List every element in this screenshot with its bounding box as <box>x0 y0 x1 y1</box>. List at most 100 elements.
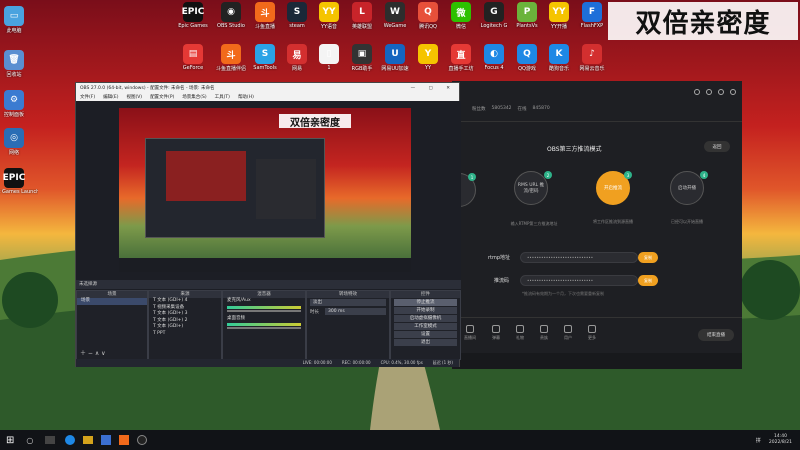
volume-slider[interactable] <box>227 327 301 329</box>
step-4-number: 4 <box>700 171 708 179</box>
copy-key-button[interactable]: 复制 <box>638 275 658 286</box>
bottom-toolbar: 直播间 弹幕 礼物 贵族 用户 更多 <box>464 325 596 341</box>
step-1-number: 1 <box>468 173 476 181</box>
window-controls[interactable]: — ▢ ✕ <box>411 86 459 91</box>
streaming-assistant-window[interactable]: 粉丝数 5805342 在线 845870 OBS第三方推流模式 返回 1 RMS U… <box>442 81 742 369</box>
desktop-icon[interactable]: ♪ 网易云音乐 <box>568 44 616 72</box>
step-2-number: 2 <box>544 171 552 179</box>
end-live-button[interactable]: 结束直播 <box>698 329 734 341</box>
obs-title: OBS 27.0.0 (64-bit, windows) - 配置文件: 未命名… <box>80 86 215 91</box>
menu-item[interactable]: 帮助(H) <box>238 94 254 100</box>
menu-item[interactable]: 配置文件(P) <box>150 94 174 100</box>
source-item[interactable]: T PPT <box>149 331 221 338</box>
toolbar-icon <box>466 325 474 333</box>
app-icon: ♪ <box>582 44 602 64</box>
menu-item[interactable]: 文件(F) <box>80 94 95 100</box>
app-icon: S <box>255 44 275 64</box>
desktop-icon[interactable]: ▭ 此电脑 <box>0 6 38 34</box>
scene-controls[interactable]: ＋ − ∧ ∨ <box>80 348 106 357</box>
app-icon: 🗑 <box>4 50 24 70</box>
app-icon: ▣ <box>352 44 372 64</box>
app-icon: S <box>287 2 307 22</box>
duration-input[interactable]: 300 ms <box>325 308 386 315</box>
clock[interactable]: 14:40 2022/8/21 <box>769 434 792 446</box>
settings-icon[interactable] <box>706 89 712 95</box>
transition-select[interactable]: 淡出 <box>310 299 386 306</box>
douyu-icon[interactable] <box>119 435 130 445</box>
toolbar-item[interactable]: 更多 <box>588 325 596 341</box>
stream-key-hint: *推流码有效期为一个月，下次也需要重新复制 <box>522 291 604 296</box>
rtmp-url-field[interactable]: •••••••••••••••••••••••••••• <box>520 252 638 263</box>
taskview-icon[interactable] <box>45 436 56 444</box>
rtmp-label: rtmp地址 <box>488 255 511 261</box>
minimize-icon[interactable] <box>718 89 724 95</box>
toolbar-item[interactable]: 用户 <box>564 325 572 341</box>
app-icon: Q <box>418 2 438 22</box>
start-icon[interactable]: ⊞ <box>6 435 14 446</box>
obs-preview[interactable]: 双倍亲密度 <box>119 108 411 272</box>
transitions-dock: 转场特效 淡出 时长 300 ms <box>306 290 390 360</box>
app-icon: YY <box>319 2 339 22</box>
stop-streaming-button[interactable]: 停止推流 <box>394 299 457 306</box>
app-icon: K <box>549 44 569 64</box>
nested-capture <box>145 138 325 238</box>
obs-window[interactable]: OBS 27.0.0 (64-bit, windows) - 配置文件: 未命名… <box>75 82 461 367</box>
app-icon: EPIC <box>182 2 204 22</box>
desktop-icon[interactable]: 🗑 回收站 <box>0 50 38 78</box>
desktop-icon[interactable]: ⚙ 控制面板 <box>0 90 38 118</box>
obs-title-bar: OBS 27.0.0 (64-bit, windows) - 配置文件: 未命名… <box>76 83 459 93</box>
explorer-icon[interactable] <box>83 436 94 444</box>
mixer-channel-label: 桌面音频 <box>227 315 245 321</box>
settings-button[interactable]: 设置 <box>394 331 457 338</box>
app-icon: L <box>352 2 372 22</box>
desktop-icon-label: 网络 <box>8 150 19 156</box>
app-icon: 斗 <box>221 44 241 64</box>
avatar[interactable] <box>694 89 700 95</box>
app-icon: Y <box>418 44 438 64</box>
toolbar-item[interactable]: 礼物 <box>516 325 524 341</box>
studio-mode-button[interactable]: 工作室模式 <box>394 323 457 330</box>
app-icon: Q <box>517 44 537 64</box>
scene-item[interactable]: 场景 <box>77 298 147 305</box>
app-icon: U <box>385 44 405 64</box>
desktop-icon[interactable]: EPICEpic Games Launcher <box>0 168 38 195</box>
step-3-number: 3 <box>624 171 632 179</box>
stream-key-field[interactable]: •••••••••••••••••••••••••••• <box>520 275 638 286</box>
edge-icon[interactable] <box>65 435 76 445</box>
toolbar-icon <box>516 325 524 333</box>
volume-slider[interactable] <box>227 309 301 312</box>
toolbar-item[interactable]: 弹幕 <box>492 325 500 341</box>
app-icon: ▭ <box>4 6 24 26</box>
menu-item[interactable]: 工具(T) <box>215 94 230 100</box>
sources-list: T 文本 (GDI+) 4T 视频采集设备 T 文本 (GDI+) 3T 文本 (… <box>149 298 221 337</box>
exit-button[interactable]: 退出 <box>394 339 457 346</box>
start-recording-button[interactable]: 开始录制 <box>394 307 457 314</box>
obs-icon[interactable] <box>137 435 148 445</box>
app-header <box>452 81 742 103</box>
status-item: LIVE: 00:00:00 <box>302 360 332 365</box>
obs-menu-bar: 文件(F) 编辑(E) 视图(V) 配置文件(P) 场景集合(S) 工具(T) 帮助(H) <box>76 93 459 101</box>
menu-item[interactable]: 场景集合(S) <box>182 94 206 100</box>
mixer-dock: 混音器 麦克风/Aux 桌面音频 <box>222 290 306 360</box>
virtual-camera-button[interactable]: 启动虚拟摄像机 <box>394 315 457 322</box>
close-icon[interactable] <box>730 89 736 95</box>
menu-item[interactable]: 视图(V) <box>126 94 142 100</box>
mixer-meter <box>227 323 301 326</box>
toolbar-item[interactable]: 贵族 <box>540 325 548 341</box>
app-icon: EPIC <box>3 168 25 188</box>
menu-item[interactable]: 编辑(E) <box>103 94 118 100</box>
toolbar-item[interactable]: 直播间 <box>464 325 476 341</box>
ime-indicator[interactable]: 拼 <box>756 437 761 444</box>
status-item: 延迟 (1 秒) <box>432 360 453 365</box>
app-icon: ▯ <box>319 44 339 64</box>
controls-dock: 控件 停止推流 开始录制 启动虚拟摄像机 工作室模式 设置 退出 <box>390 290 461 360</box>
obs-status-bar: LIVE: 00:00:00 REC: 00:00:00 CPU: 0.4%, 30… <box>76 359 459 367</box>
app-icon[interactable] <box>101 435 112 445</box>
taskbar: ⊞ ○ 拼 14:40 2022/8/21 <box>0 430 800 450</box>
back-button[interactable]: 返回 <box>704 141 730 152</box>
copy-rtmp-button[interactable]: 复制 <box>638 252 658 263</box>
search-icon[interactable]: ○ <box>26 436 33 445</box>
desktop-icon[interactable]: ◎ 网络 <box>0 128 38 156</box>
desktop-icon-label: 此电脑 <box>6 28 22 34</box>
app-icon: G <box>484 2 504 22</box>
